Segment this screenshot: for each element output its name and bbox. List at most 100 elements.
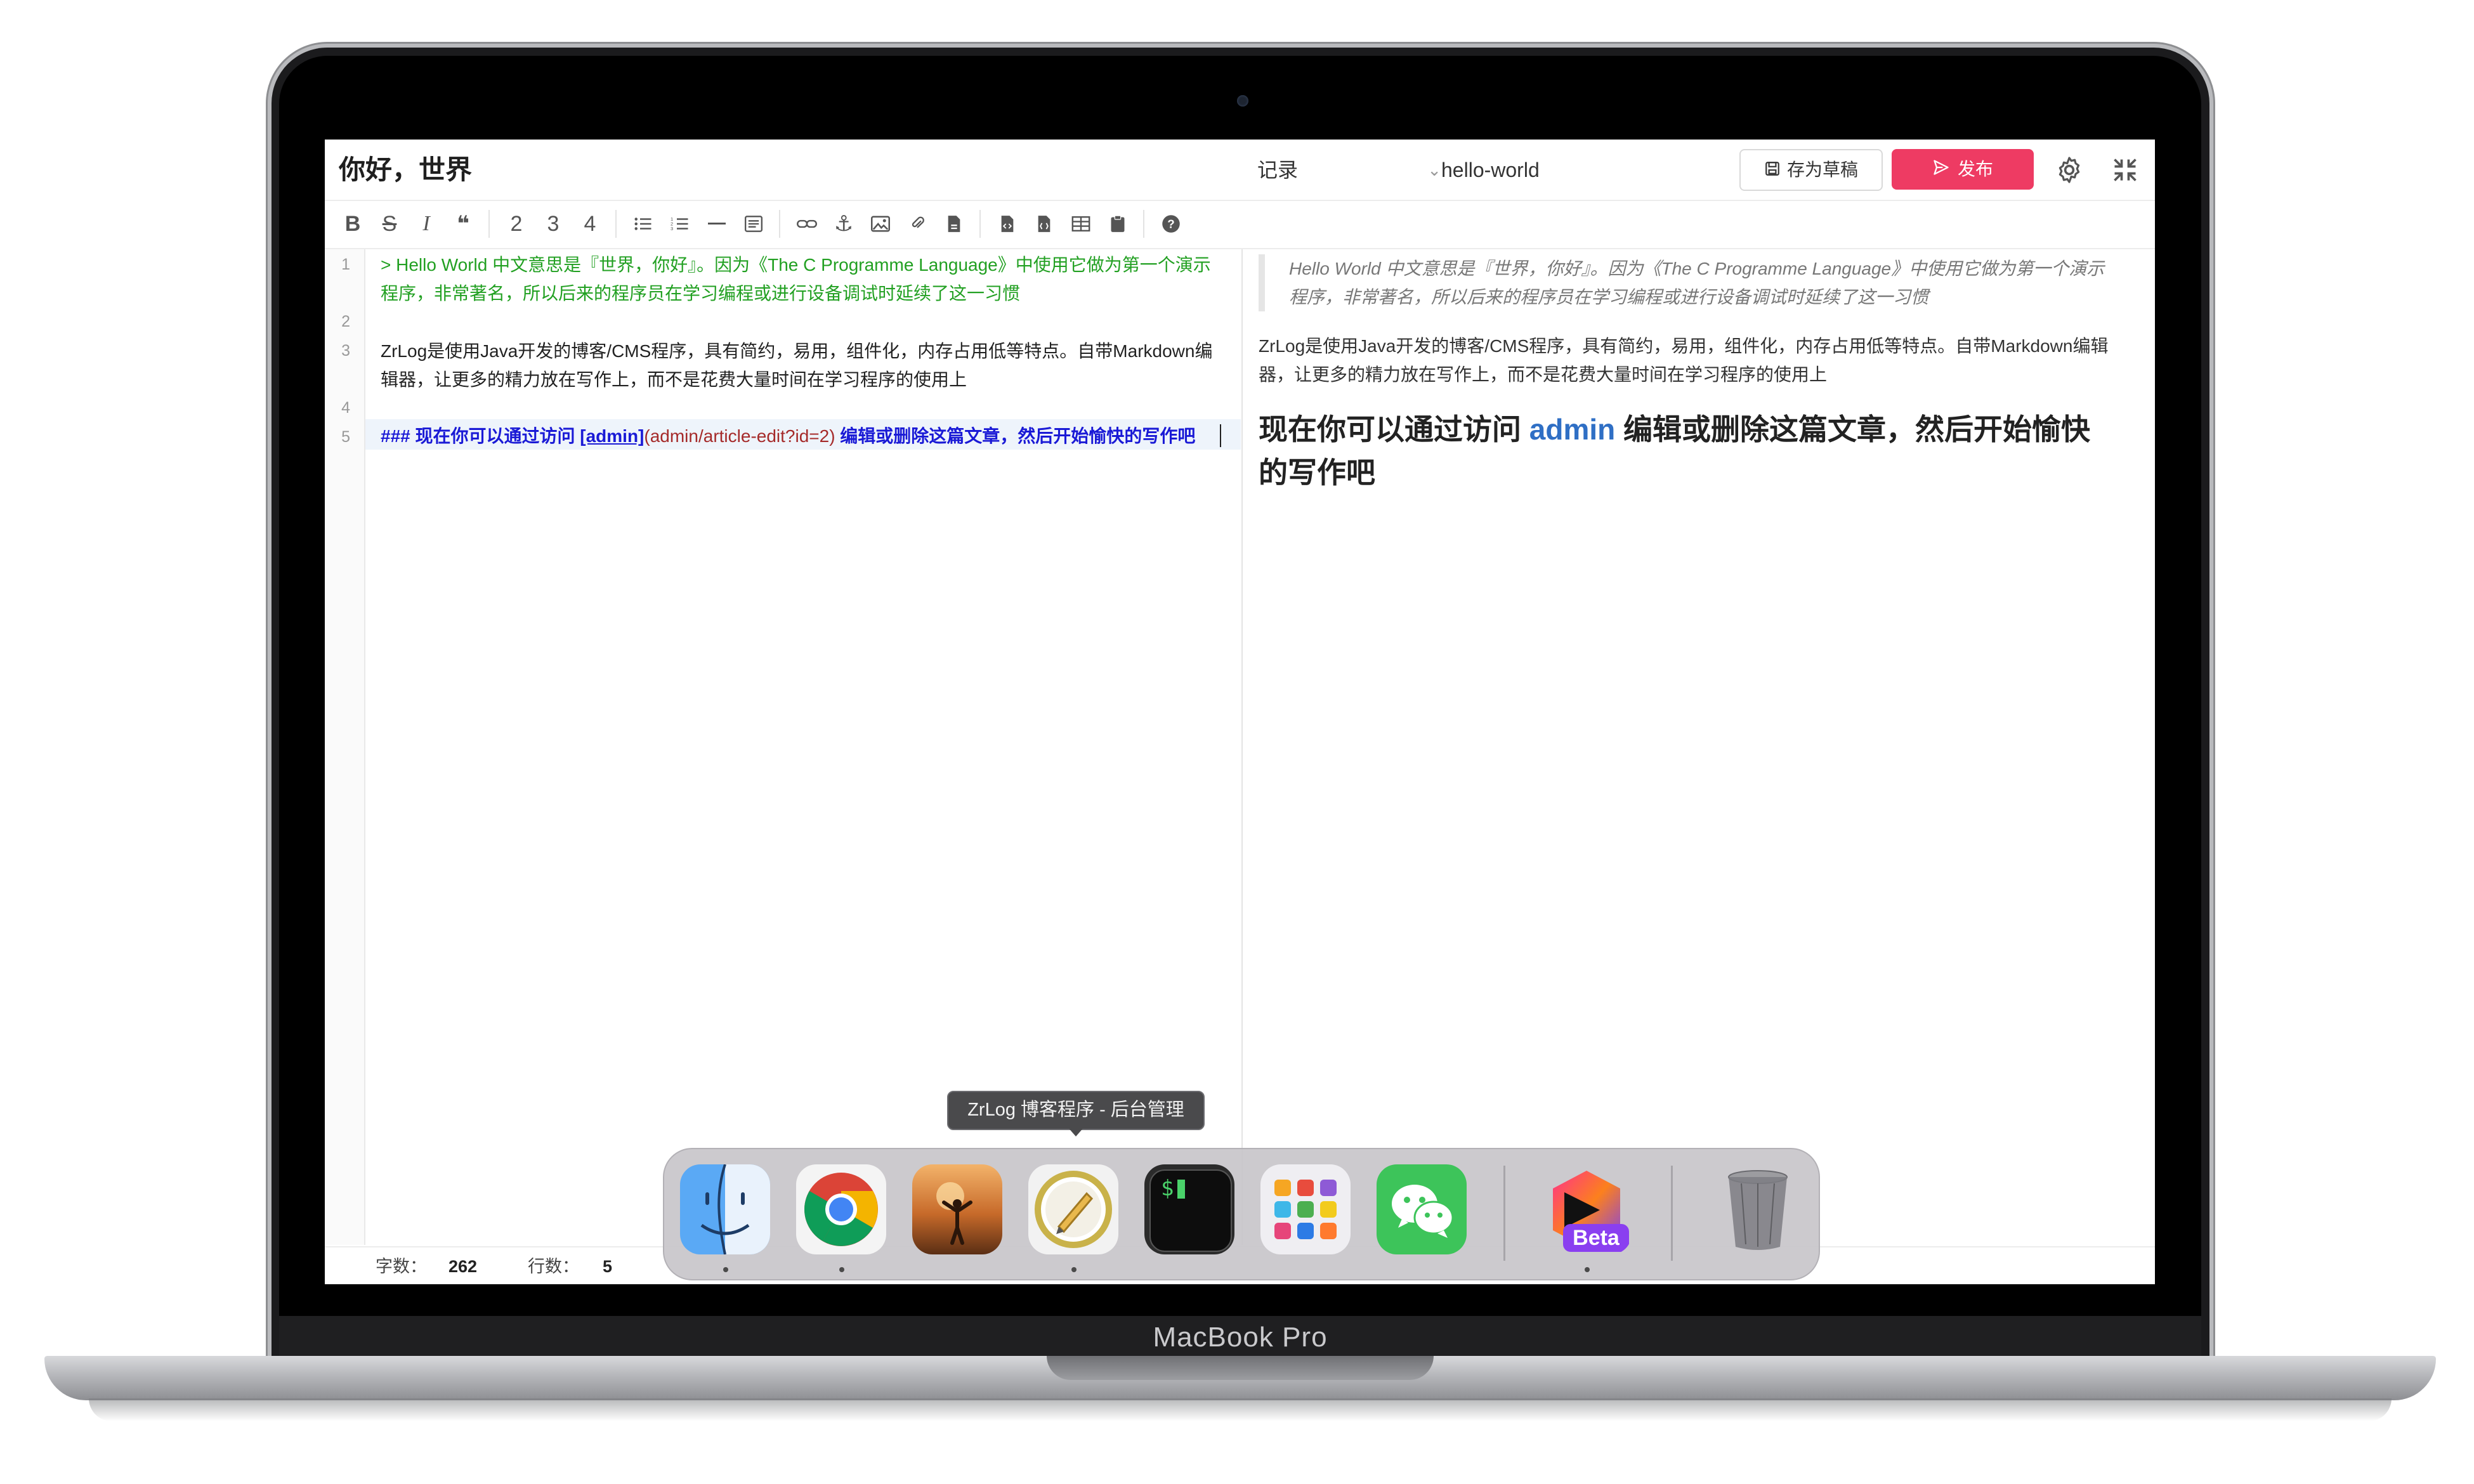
preview-heading: 现在你可以通过访问 admin 编辑或删除这篇文章，然后开始愉快 的写作吧	[1259, 408, 2147, 494]
settings-gear-icon[interactable]	[2052, 152, 2087, 188]
device-label: MacBook Pro	[1153, 1322, 1328, 1353]
running-indicator	[1071, 1267, 1077, 1272]
trash-icon[interactable]	[1713, 1164, 1803, 1254]
dock-tooltip: ZrLog 博客程序 - 后台管理	[947, 1091, 1205, 1130]
wechat-icon[interactable]	[1377, 1164, 1467, 1254]
chevron-down-icon: ⌄	[1427, 160, 1441, 179]
preview-paragraph: ZrLog是使用Java开发的博客/CMS程序，具有简约，易用，组件化，内存占用…	[1259, 332, 2140, 389]
laptop-notch	[1047, 1356, 1434, 1380]
line-number: 2	[341, 313, 350, 330]
send-icon	[1932, 150, 1950, 191]
toolbar-divider	[1143, 210, 1144, 238]
toolbar-divider	[979, 210, 981, 238]
jetbrains-beta-icon[interactable]: Beta	[1541, 1164, 1632, 1254]
tooltip-arrow	[1067, 1126, 1085, 1136]
save-draft-button[interactable]: 存为草稿	[1739, 149, 1883, 191]
html-file-icon[interactable]	[1029, 209, 1059, 239]
help-icon[interactable]: ?	[1156, 209, 1186, 239]
code-file-icon[interactable]	[992, 209, 1023, 239]
table-icon[interactable]	[1066, 209, 1096, 239]
alias-input[interactable]: hello-world	[1441, 153, 1695, 186]
running-indicator	[1585, 1267, 1590, 1272]
heading-prefix: 现在你可以通过访问	[1259, 413, 1529, 446]
publish-button[interactable]: 发布	[1892, 149, 2034, 190]
publish-label: 发布	[1957, 159, 1993, 179]
image-icon[interactable]	[865, 209, 896, 239]
italic-icon[interactable]: I	[411, 209, 442, 239]
toolbar-divider	[779, 210, 780, 238]
chrome-icon[interactable]	[796, 1164, 886, 1254]
running-indicator	[723, 1267, 728, 1272]
category-value: 记录	[1257, 159, 1299, 181]
line-number: 5	[341, 428, 350, 446]
clipboard-icon[interactable]	[1103, 209, 1133, 239]
markdown-toolbar: B S I ❝ 2 3 4 123 ⚓ ?	[325, 201, 2155, 249]
line-number: 4	[341, 399, 350, 417]
heading-line: 的写作吧	[1259, 456, 1375, 489]
blockquote-line: 程序，非常著名，所以后来的程序员在学习编程或进行设备调试时延续了这一习惯	[1289, 287, 1929, 307]
terminal-prompt: $	[1161, 1176, 1174, 1201]
terminal-icon[interactable]: $	[1144, 1164, 1234, 1254]
blockquote-line: Hello World 中文意思是『世界，你好』。因为《The C Progra…	[1289, 259, 2105, 278]
save-draft-label: 存为草稿	[1786, 160, 1858, 179]
heading-line: 现在你可以通过访问 admin 编辑或删除这篇文章，然后开始愉快	[1259, 408, 2147, 451]
beta-badge: Beta	[1563, 1224, 1629, 1252]
horizontal-rule-icon[interactable]	[702, 209, 732, 239]
heading-suffix: 编辑或删除这篇文章，然后开始愉快的写作吧	[835, 426, 1196, 446]
text-cursor	[1220, 424, 1221, 447]
launchpad-icon[interactable]	[1260, 1164, 1351, 1254]
save-icon	[1764, 152, 1781, 191]
char-count-label: 字数：	[376, 1257, 427, 1276]
char-count-value: 262	[448, 1257, 478, 1276]
heading3-button[interactable]: 3	[538, 209, 568, 239]
heading-prefix: ### 现在你可以通过访问	[381, 426, 580, 446]
attachment-icon[interactable]	[902, 209, 933, 239]
svg-text:?: ?	[1167, 217, 1174, 230]
svg-text:3: 3	[671, 226, 673, 231]
anchor-icon[interactable]: ⚓	[828, 209, 859, 239]
code-line: ZrLog是使用Java开发的博客/CMS程序，具有简约，易用，组件化，内存占用…	[381, 341, 1213, 361]
category-select[interactable]: 记录 ⌄	[1257, 153, 1441, 186]
heading2-button[interactable]: 2	[501, 209, 532, 239]
toolbar-divider	[615, 210, 617, 238]
line-count-label: 行数：	[528, 1257, 579, 1276]
preview-blockquote: Hello World 中文意思是『世界，你好』。因为《The C Progra…	[1259, 254, 2155, 311]
code-line-heading: ### 现在你可以通过访问 [admin](admin/article-edit…	[381, 422, 1231, 450]
dock-divider	[1671, 1166, 1673, 1261]
paragraph-line: ZrLog是使用Java开发的博客/CMS程序，具有简约，易用，组件化，内存占用…	[1259, 336, 2109, 356]
code-line: 程序，非常著名，所以后来的程序员在学习编程或进行设备调试时延续了这一习惯	[381, 283, 1021, 303]
running-indicator	[839, 1267, 844, 1272]
finder-icon[interactable]	[680, 1164, 770, 1254]
editor-header: 你好，世界 记录 ⌄ hello-world 存为草稿 发布	[325, 140, 2155, 201]
dock-divider	[1503, 1166, 1505, 1261]
ordered-list-icon[interactable]: 123	[665, 209, 695, 239]
laptop-shadow	[89, 1398, 2392, 1421]
camera	[1237, 95, 1248, 107]
file-icon[interactable]	[939, 209, 969, 239]
fullscreen-exit-icon[interactable]	[2107, 152, 2143, 188]
admin-link[interactable]: admin	[1529, 413, 1615, 446]
line-number: 1	[341, 256, 350, 273]
bold-icon[interactable]: B	[337, 209, 368, 239]
paragraph-line: 器，让更多的精力放在写作上，而不是花费大量时间在学习程序的使用上	[1259, 365, 1828, 384]
article-title-input[interactable]: 你好，世界	[339, 151, 472, 189]
markdown-preview: Hello World 中文意思是『世界，你好』。因为《The C Progra…	[1243, 249, 2155, 1245]
link-url: (admin/article-edit?id=2)	[644, 426, 835, 446]
code-block-icon[interactable]	[738, 209, 769, 239]
photo-app-icon[interactable]	[912, 1164, 1002, 1254]
code-line: 辑器，让更多的精力放在写作上，而不是花费大量时间在学习程序的使用上	[381, 370, 967, 389]
heading4-button[interactable]: 4	[575, 209, 605, 239]
heading-suffix: 编辑或删除这篇文章，然后开始愉快	[1615, 413, 2091, 446]
strikethrough-icon[interactable]: S	[374, 209, 405, 239]
toolbar-divider	[488, 210, 490, 238]
link-icon[interactable]	[792, 209, 822, 239]
zrlog-app-icon[interactable]	[1028, 1164, 1118, 1254]
link-text: [admin]	[580, 426, 645, 446]
code-line: > Hello World 中文意思是『世界，你好』。因为《The C Prog…	[381, 255, 1211, 275]
quote-icon[interactable]: ❝	[448, 209, 478, 239]
line-number: 3	[341, 342, 350, 360]
app-window: 你好，世界 记录 ⌄ hello-world 存为草稿 发布 B S I ❝ 2…	[325, 140, 2155, 1284]
line-number-gutter: 1 2 3 4 5	[325, 249, 365, 1245]
line-count-value: 5	[603, 1257, 613, 1276]
unordered-list-icon[interactable]	[628, 209, 658, 239]
